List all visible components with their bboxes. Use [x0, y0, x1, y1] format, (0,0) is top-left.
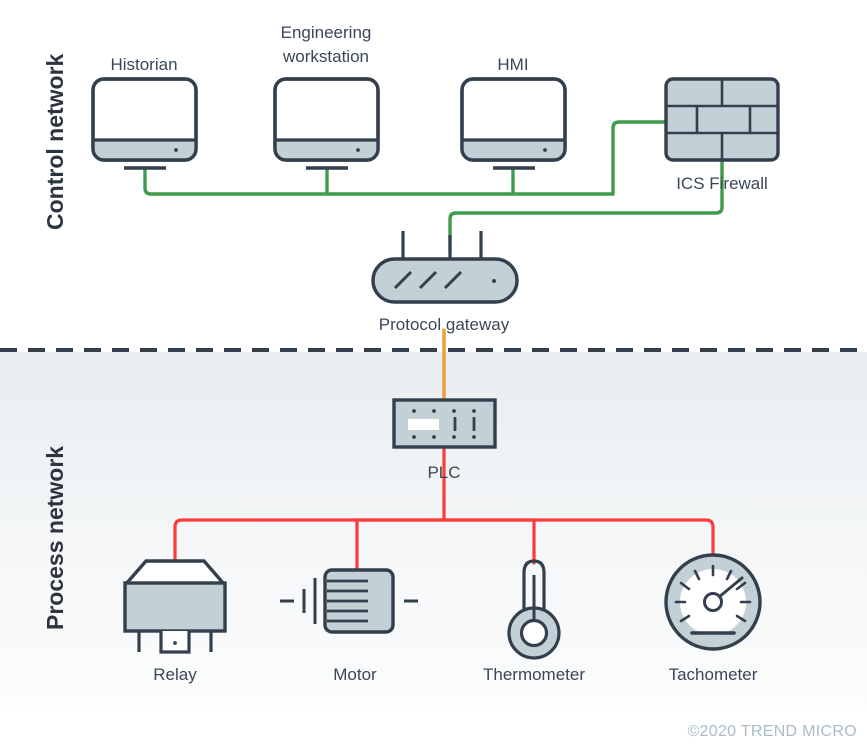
node-label-hmi: HMI	[497, 55, 528, 74]
copyright-notice: ©2020 TREND MICRO	[687, 723, 857, 740]
zone-label-process-network: Process network	[42, 446, 68, 630]
node-label-relay: Relay	[153, 665, 197, 684]
tachometer-icon	[664, 553, 762, 651]
node-label-ics-firewall: ICS Firewall	[676, 174, 768, 193]
ics-network-diagram: Control network Process network Historia…	[0, 0, 867, 753]
relay-icon	[123, 559, 227, 654]
node-label-protocol-gateway: Protocol gateway	[379, 315, 510, 334]
monitor-icon	[273, 77, 380, 170]
node-label-historian: Historian	[110, 55, 177, 74]
zone-label-control-network: Control network	[42, 53, 68, 230]
node-label-motor: Motor	[333, 665, 377, 684]
node-label-tachometer: Tachometer	[669, 665, 758, 684]
diagram-canvas: Control network Process network Historia…	[0, 0, 867, 740]
node-tachometer[interactable]: Tachometer	[664, 553, 762, 684]
monitor-icon	[91, 77, 198, 170]
node-label-engineering-workstation-line1: Engineering	[281, 23, 372, 42]
brick-wall-icon	[664, 77, 780, 162]
node-label-engineering-workstation-line2: workstation	[282, 47, 369, 66]
monitor-icon	[460, 77, 567, 170]
node-label-plc: PLC	[427, 463, 460, 482]
node-label-thermometer: Thermometer	[483, 665, 585, 684]
plc-icon	[392, 398, 497, 449]
node-ics-firewall[interactable]: ICS Firewall	[664, 77, 780, 193]
